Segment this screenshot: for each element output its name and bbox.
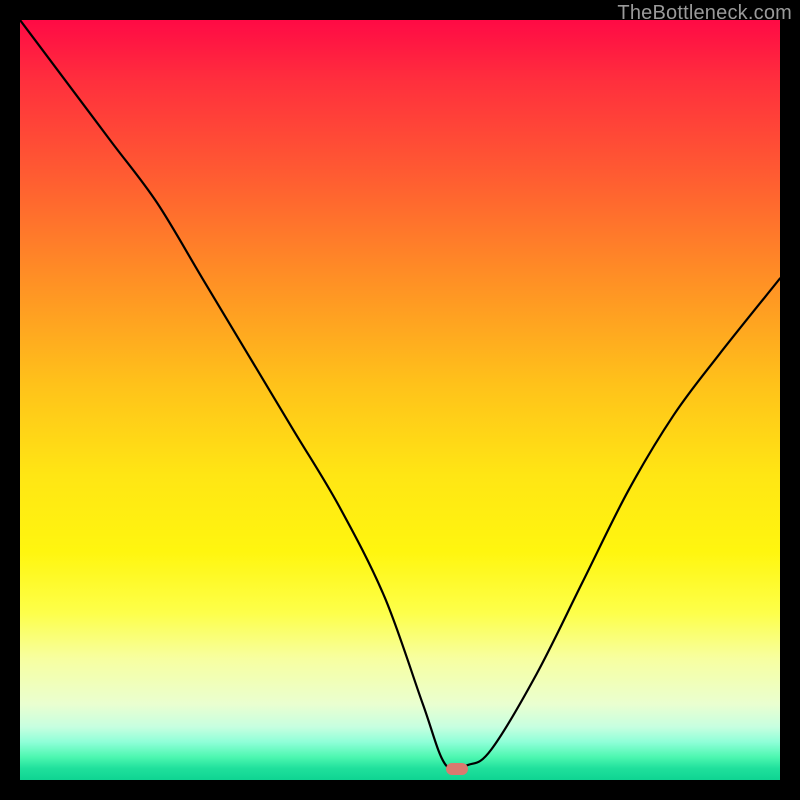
optimum-marker-icon: [446, 763, 468, 775]
chart-frame: TheBottleneck.com: [0, 0, 800, 800]
plot-area: [20, 20, 780, 780]
watermark-text: TheBottleneck.com: [617, 2, 792, 25]
bottleneck-curve: [20, 20, 780, 780]
